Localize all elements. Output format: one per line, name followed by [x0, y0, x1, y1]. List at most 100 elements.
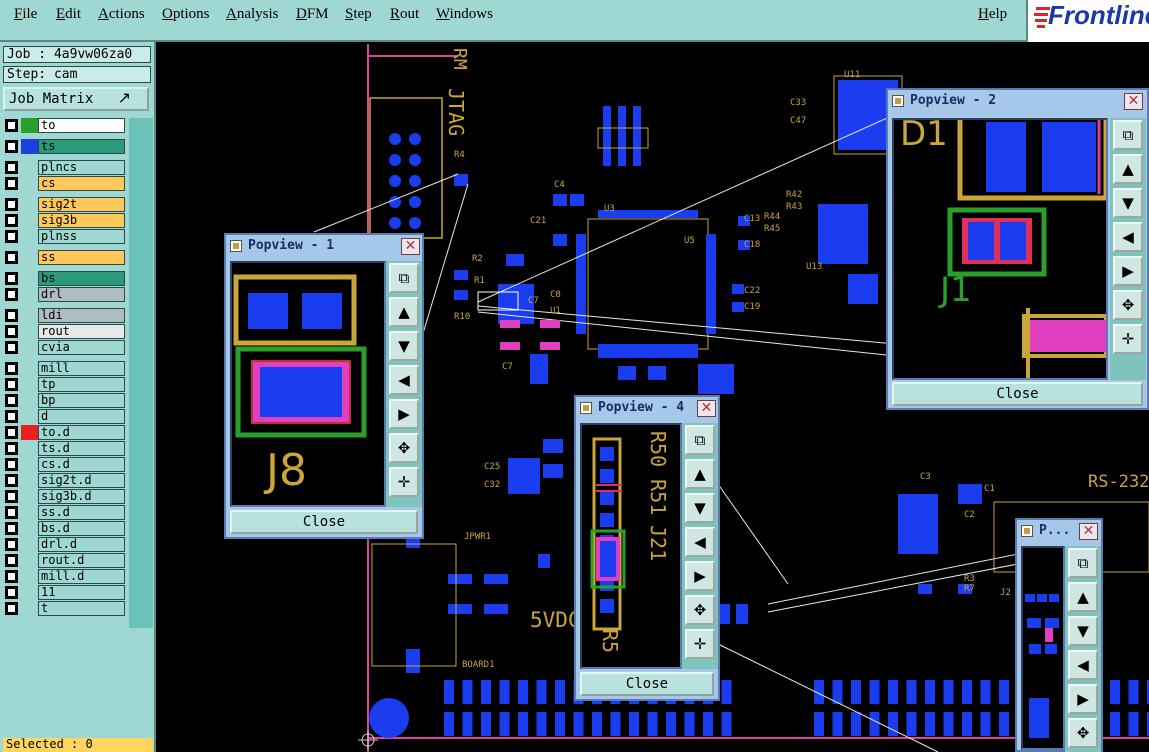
layer-checkbox[interactable]	[5, 490, 18, 503]
layer-row[interactable]: ts.d	[3, 441, 127, 456]
layer-name[interactable]: plnss	[38, 229, 125, 244]
layer-color-swatch[interactable]	[21, 601, 38, 616]
layer-name[interactable]: ts.d	[38, 441, 125, 456]
layer-color-swatch[interactable]	[21, 361, 38, 376]
layer-name[interactable]: ldi	[38, 308, 125, 323]
layer-name[interactable]: mill	[38, 361, 125, 376]
pan-left-icon[interactable]: ◀	[389, 365, 419, 395]
layer-checkbox[interactable]	[5, 119, 18, 132]
layer-color-swatch[interactable]	[21, 441, 38, 456]
popview-1-close-icon[interactable]: ✕	[401, 238, 420, 255]
fit-icon[interactable]: ✛	[685, 629, 715, 659]
pan-down-icon[interactable]: ▼	[685, 493, 715, 523]
layer-checkbox[interactable]	[5, 251, 18, 264]
layer-color-swatch[interactable]	[21, 569, 38, 584]
layer-checkbox[interactable]	[5, 230, 18, 243]
layer-color-swatch[interactable]	[21, 393, 38, 408]
layer-name[interactable]: ts	[38, 139, 125, 154]
layer-checkbox[interactable]	[5, 140, 18, 153]
layer-checkbox[interactable]	[5, 198, 18, 211]
layer-name[interactable]: cs	[38, 176, 125, 191]
zoom-window-icon[interactable]: ⧉	[389, 263, 419, 293]
layer-row[interactable]: ldi	[3, 308, 127, 323]
layer-checkbox[interactable]	[5, 522, 18, 535]
layer-color-swatch[interactable]	[21, 340, 38, 355]
zoom-window-icon[interactable]: ⧉	[685, 425, 715, 455]
layer-checkbox[interactable]	[5, 426, 18, 439]
layer-name[interactable]: rout.d	[38, 553, 125, 568]
pan-left-icon[interactable]: ◀	[685, 527, 715, 557]
popview-2-view[interactable]: D1 J1	[892, 118, 1108, 380]
layer-name[interactable]: ss.d	[38, 505, 125, 520]
layer-row[interactable]: sig2t.d	[3, 473, 127, 488]
popview-4-window[interactable]: Popview - 4 ✕ R50 R51 J21 R5 ⧉ ▲ ▼ ◀ ▶ ✥…	[574, 395, 720, 701]
menu-options[interactable]: Options	[162, 6, 210, 23]
layer-row[interactable]: 11	[3, 585, 127, 600]
layer-color-swatch[interactable]	[21, 160, 38, 175]
layer-color-swatch[interactable]	[21, 521, 38, 536]
layer-name[interactable]: drl.d	[38, 537, 125, 552]
layer-row[interactable]: drl	[3, 287, 127, 302]
layer-checkbox[interactable]	[5, 602, 18, 615]
layer-checkbox[interactable]	[5, 458, 18, 471]
layer-checkbox[interactable]	[5, 570, 18, 583]
layer-row[interactable]: mill	[3, 361, 127, 376]
pan-right-icon[interactable]: ▶	[685, 561, 715, 591]
layer-name[interactable]: drl	[38, 287, 125, 302]
layer-color-swatch[interactable]	[21, 308, 38, 323]
job-matrix-button[interactable]: Job Matrix ↗	[3, 87, 149, 111]
layer-name[interactable]: to	[38, 118, 125, 133]
layer-row[interactable]: sig3b	[3, 213, 127, 228]
popview-2-close-button[interactable]: Close	[892, 382, 1143, 406]
layer-name[interactable]: 11	[38, 585, 125, 600]
zoom-out-icon[interactable]: ✥	[389, 433, 419, 463]
layer-row[interactable]: mill.d	[3, 569, 127, 584]
layer-row[interactable]: bs	[3, 271, 127, 286]
pan-up-icon[interactable]: ▲	[1113, 154, 1143, 184]
popview-1-close-button[interactable]: Close	[230, 510, 418, 534]
menu-analysis[interactable]: Analysis	[226, 6, 279, 23]
layer-row[interactable]: plncs	[3, 160, 127, 175]
layer-checkbox[interactable]	[5, 362, 18, 375]
layer-color-swatch[interactable]	[21, 489, 38, 504]
layer-name[interactable]: rout	[38, 324, 125, 339]
menu-file[interactable]: File	[14, 6, 37, 23]
popview-2-window[interactable]: Popview - 2 ✕ D1 J1 ⧉ ▲ ▼ ◀ ▶ ✥ ✛ Close	[886, 88, 1149, 410]
layer-row[interactable]: t	[3, 601, 127, 616]
popview-4-close-icon[interactable]: ✕	[697, 400, 716, 417]
pan-right-icon[interactable]: ▶	[389, 399, 419, 429]
layer-color-swatch[interactable]	[21, 473, 38, 488]
layer-color-swatch[interactable]	[21, 537, 38, 552]
layer-row[interactable]: cvia	[3, 340, 127, 355]
menu-edit[interactable]: Edit	[56, 6, 81, 23]
pan-down-icon[interactable]: ▼	[1068, 616, 1098, 646]
layer-row[interactable]: cs	[3, 176, 127, 191]
layer-color-swatch[interactable]	[21, 409, 38, 424]
layer-list-scrollbar[interactable]	[129, 118, 153, 628]
layer-name[interactable]: d	[38, 409, 125, 424]
layer-color-swatch[interactable]	[21, 139, 38, 154]
menu-windows[interactable]: Windows	[436, 6, 493, 23]
popview-4-view[interactable]: R50 R51 J21 R5	[580, 423, 682, 669]
fit-icon[interactable]: ✛	[389, 467, 419, 497]
layer-row[interactable]: d	[3, 409, 127, 424]
layer-name[interactable]: sig2t.d	[38, 473, 125, 488]
layer-color-swatch[interactable]	[21, 229, 38, 244]
pan-up-icon[interactable]: ▲	[389, 297, 419, 327]
pan-down-icon[interactable]: ▼	[389, 331, 419, 361]
menu-help[interactable]: Help	[978, 6, 1007, 23]
layer-row[interactable]: ts	[3, 139, 127, 154]
layer-name[interactable]: plncs	[38, 160, 125, 175]
layer-name[interactable]: to.d	[38, 425, 125, 440]
layer-checkbox[interactable]	[5, 378, 18, 391]
layer-name[interactable]: cvia	[38, 340, 125, 355]
layer-row[interactable]: cs.d	[3, 457, 127, 472]
layer-color-swatch[interactable]	[21, 553, 38, 568]
pan-right-icon[interactable]: ▶	[1068, 684, 1098, 714]
pan-down-icon[interactable]: ▼	[1113, 188, 1143, 218]
layer-row[interactable]: to	[3, 118, 127, 133]
layer-row[interactable]: sig2t	[3, 197, 127, 212]
layer-checkbox[interactable]	[5, 538, 18, 551]
layer-color-swatch[interactable]	[21, 457, 38, 472]
layer-color-swatch[interactable]	[21, 213, 38, 228]
